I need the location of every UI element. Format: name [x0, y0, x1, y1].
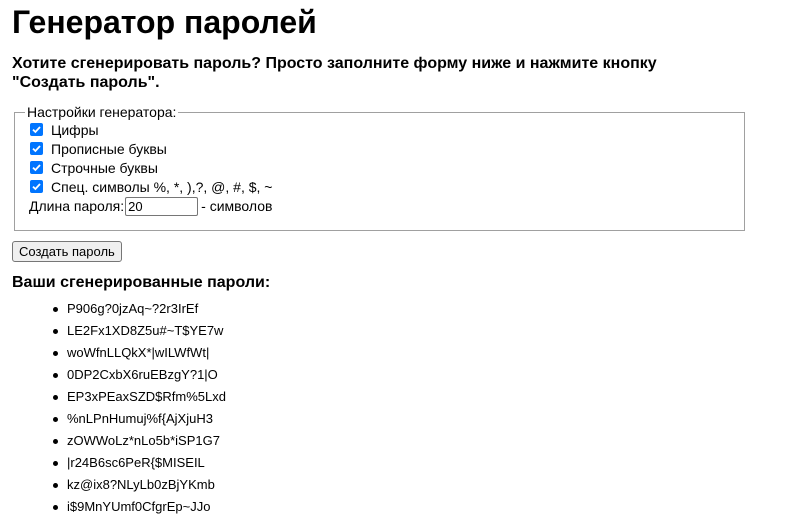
password-text: i$9MnYUmf0CfgrEp~JJo	[67, 499, 211, 514]
list-item: i$9MnYUmf0CfgrEp~JJo	[52, 496, 787, 514]
page-subtitle: Хотите сгенерировать пароль? Просто запо…	[12, 55, 657, 91]
password-text: %nLPnHumuj%f{AjXjuH3	[67, 411, 213, 426]
list-item: kz@ix8?NLyLb0zBjYKmb	[52, 474, 787, 496]
lowercase-label: Строчные буквы	[51, 159, 158, 176]
password-text: woWfnLLQkX*|wILWfWt|	[67, 345, 210, 360]
option-lowercase[interactable]: Строчные буквы	[30, 158, 735, 177]
bullet-icon	[53, 417, 58, 422]
bullet-icon	[53, 439, 58, 444]
digits-label: Цифры	[51, 121, 99, 138]
bullet-icon	[53, 351, 58, 356]
password-list: P906g?0jzAq~?2r3IrEf LE2Fx1XD8Z5u#~T$YE7…	[12, 298, 787, 514]
bullet-icon	[53, 395, 58, 400]
list-item: |r24B6sc6PeR{$MISEIL	[52, 452, 787, 474]
bullet-icon	[53, 461, 58, 466]
length-row: Длина пароля: 20 - символов	[29, 195, 735, 217]
list-item: zOWWoLz*nLo5b*iSP1G7	[52, 430, 787, 452]
option-digits[interactable]: Цифры	[30, 120, 735, 139]
bullet-icon	[53, 373, 58, 378]
password-text: EP3xPEaxSZD$Rfm%5Lxd	[67, 389, 226, 404]
password-text: |r24B6sc6PeR{$MISEIL	[67, 455, 205, 470]
list-item: woWfnLLQkX*|wILWfWt|	[52, 342, 787, 364]
length-input[interactable]: 20	[125, 196, 199, 216]
list-item: 0DP2CxbX6ruEBzgY?1|O	[52, 364, 787, 386]
list-item: LE2Fx1XD8Z5u#~T$YE7w	[52, 320, 787, 342]
password-text: LE2Fx1XD8Z5u#~T$YE7w	[67, 323, 224, 338]
bullet-icon	[53, 483, 58, 488]
password-text: 0DP2CxbX6ruEBzgY?1|O	[67, 367, 218, 382]
uppercase-label: Прописные буквы	[51, 140, 167, 157]
list-item: EP3xPEaxSZD$Rfm%5Lxd	[52, 386, 787, 408]
bullet-icon	[53, 505, 58, 510]
digits-checkbox[interactable]	[30, 123, 43, 136]
settings-legend: Настройки генератора:	[27, 104, 177, 120]
generate-button[interactable]: Создать пароль	[12, 241, 122, 262]
password-text: P906g?0jzAq~?2r3IrEf	[67, 301, 199, 316]
lowercase-checkbox[interactable]	[30, 161, 43, 174]
password-text: zOWWoLz*nLo5b*iSP1G7	[67, 433, 220, 448]
page: Генератор паролей Хотите сгенерировать п…	[0, 0, 787, 514]
page-title: Генератор паролей	[12, 4, 317, 40]
length-label: Длина пароля:	[29, 198, 125, 214]
special-checkbox[interactable]	[30, 180, 43, 193]
password-text: kz@ix8?NLyLb0zBjYKmb	[67, 477, 215, 492]
list-item: P906g?0jzAq~?2r3IrEf	[52, 298, 787, 320]
generator-settings: Настройки генератора: Цифры Прописные бу…	[14, 104, 745, 231]
uppercase-checkbox[interactable]	[30, 142, 43, 155]
option-uppercase[interactable]: Прописные буквы	[30, 139, 735, 158]
results-heading: Ваши сгенерированные пароли:	[12, 274, 271, 291]
option-special[interactable]: Спец. символы %, *, ),?, @, #, $, ~	[30, 177, 735, 196]
length-suffix: - символов	[201, 198, 273, 214]
bullet-icon	[53, 307, 58, 312]
list-item: %nLPnHumuj%f{AjXjuH3	[52, 408, 787, 430]
bullet-icon	[53, 329, 58, 334]
special-label: Спец. символы %, *, ),?, @, #, $, ~	[51, 178, 273, 195]
